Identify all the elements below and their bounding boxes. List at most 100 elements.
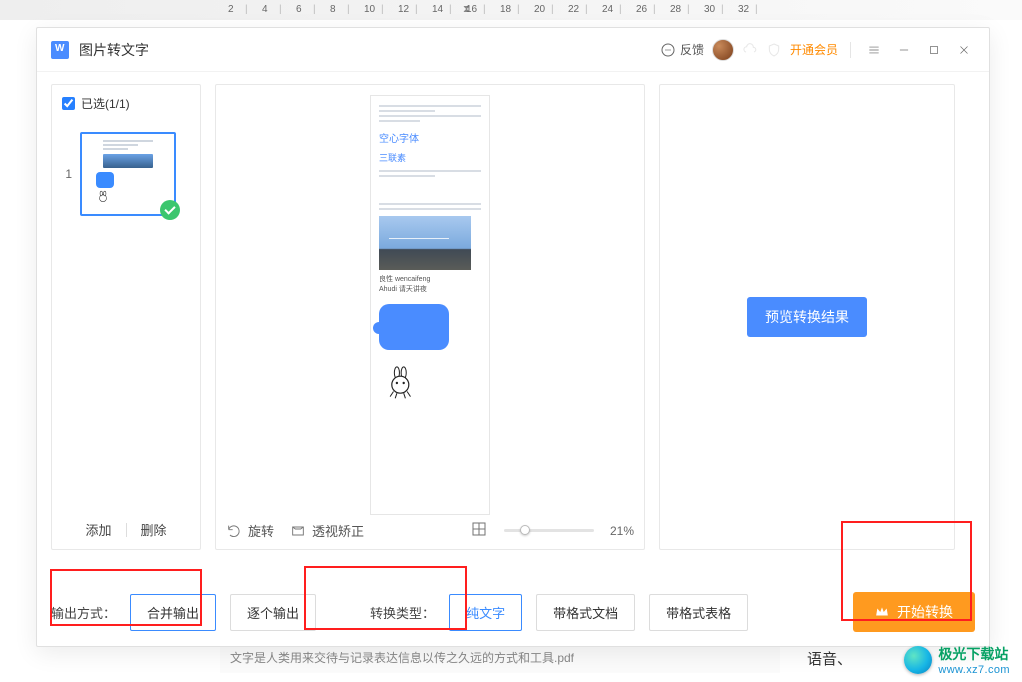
thumbnail-preview-image xyxy=(103,154,153,168)
ruler-tick: 18 xyxy=(500,4,511,15)
rotate-button[interactable]: 旋转 xyxy=(226,521,274,540)
feedback-button[interactable]: 反馈 xyxy=(660,41,704,58)
ruler-minor-tick: | xyxy=(483,4,486,15)
thumbnail-panel: 已选(1/1) 1 添加 删除 xyxy=(51,84,201,550)
grid-icon xyxy=(470,520,488,538)
preview-caption-1: 良性 wencaifeng xyxy=(379,274,481,284)
watermark-logo-icon xyxy=(904,646,932,674)
ruler-tick: 28 xyxy=(670,4,681,15)
dialog-title: 图片转文字 xyxy=(79,40,149,60)
ruler-minor-tick: | xyxy=(721,4,724,15)
ruler-minor-tick: | xyxy=(755,4,758,15)
thumb-index: 1 xyxy=(62,167,72,181)
ruler-tick: 2 xyxy=(228,4,234,15)
thumbnail-selected-check-icon xyxy=(160,200,180,220)
type-plain-option[interactable]: 纯文字 xyxy=(449,594,522,631)
ruler-tick: 12 xyxy=(398,4,409,15)
close-button[interactable] xyxy=(953,39,975,61)
ruler-minor-tick: | xyxy=(449,4,452,15)
ruler-minor-tick: | xyxy=(313,4,316,15)
perspective-label: 透视矫正 xyxy=(312,521,364,540)
background-doc-text: 语音、 xyxy=(807,648,852,669)
zoom-slider[interactable] xyxy=(504,529,594,532)
ruler-minor-tick: | xyxy=(415,4,418,15)
separator xyxy=(126,523,127,537)
ruler-minor-tick: | xyxy=(551,4,554,15)
ruler-tick: 16 xyxy=(466,4,477,15)
vip-link[interactable]: 开通会员 xyxy=(790,41,838,58)
feedback-label: 反馈 xyxy=(680,41,704,58)
app-icon xyxy=(51,41,69,59)
ruler-tick: 20 xyxy=(534,4,545,15)
ruler-tick: 32 xyxy=(738,4,749,15)
chat-icon xyxy=(660,42,676,58)
convert-type-label: 转换类型： xyxy=(370,603,435,622)
page-thumbnail[interactable] xyxy=(80,132,176,216)
ruler-minor-tick: | xyxy=(245,4,248,15)
ruler-ticks: ⧗ 2|4|6|8|10|12|14|16|18|20|22|24|26|28|… xyxy=(210,0,1002,20)
type-formatted-doc-option[interactable]: 带格式文档 xyxy=(536,594,635,631)
ruler-tick: 10 xyxy=(364,4,375,15)
preview-shape xyxy=(379,304,449,350)
ruler-minor-tick: | xyxy=(381,4,384,15)
ruler-minor-tick: | xyxy=(687,4,690,15)
menu-button[interactable] xyxy=(863,39,885,61)
preview-caption-2: Ahudi 请天讲夜 xyxy=(379,284,481,294)
output-perpage-option[interactable]: 逐个输出 xyxy=(230,594,316,631)
thumbnail-bunny-icon xyxy=(94,190,112,204)
preview-result-button[interactable]: 预览转换结果 xyxy=(747,297,867,337)
ruler-tick: 24 xyxy=(602,4,613,15)
select-all-checkbox[interactable] xyxy=(62,97,75,110)
page-preview[interactable]: 空心字体 三联素 良性 wencaifeng Ahudi 请天讲夜 xyxy=(370,95,490,515)
ruler-tick: 4 xyxy=(262,4,268,15)
background-doc-caption: 文字是人类用来交待与记录表达信息以传之久远的方式和工具.pdf xyxy=(220,643,780,673)
perspective-button[interactable]: 透视矫正 xyxy=(290,521,364,540)
rotate-icon xyxy=(226,523,242,539)
perspective-icon xyxy=(290,523,306,539)
maximize-button[interactable] xyxy=(923,39,945,61)
titlebar: 图片转文字 反馈 开通会员 xyxy=(37,28,989,72)
start-convert-label: 开始转换 xyxy=(897,602,953,622)
ruler-minor-tick: | xyxy=(585,4,588,15)
cloud-icon[interactable] xyxy=(742,42,758,58)
result-panel: 预览转换结果 xyxy=(659,84,955,550)
select-all-row[interactable]: 已选(1/1) xyxy=(62,95,190,112)
preview-panel: 空心字体 三联素 良性 wencaifeng Ahudi 请天讲夜 xyxy=(215,84,645,550)
shield-icon[interactable] xyxy=(766,42,782,58)
rotate-label: 旋转 xyxy=(248,521,274,540)
watermark-title: 极光下载站 xyxy=(938,644,1010,664)
ruler-tick: 22 xyxy=(568,4,579,15)
ruler-minor-tick: | xyxy=(347,4,350,15)
ruler-tick: 8 xyxy=(330,4,336,15)
start-convert-button[interactable]: 开始转换 xyxy=(853,592,975,632)
zoom-slider-thumb[interactable] xyxy=(520,525,530,535)
select-all-label: 已选(1/1) xyxy=(81,95,130,112)
minimize-button[interactable] xyxy=(893,39,915,61)
preview-toolbar: 旋转 透视矫正 21% xyxy=(216,520,644,541)
preview-image xyxy=(379,216,471,270)
fit-view-button[interactable] xyxy=(470,520,488,541)
crown-icon xyxy=(875,606,889,618)
output-merge-option[interactable]: 合并输出 xyxy=(130,594,216,631)
ruler-tick: 26 xyxy=(636,4,647,15)
ruler-minor-tick: | xyxy=(619,4,622,15)
delete-button[interactable]: 删除 xyxy=(141,520,167,539)
ruler-minor-tick: | xyxy=(517,4,520,15)
separator xyxy=(850,42,851,58)
ruler-tick: 30 xyxy=(704,4,715,15)
image-to-text-dialog: 图片转文字 反馈 开通会员 已选(1/1) 1 xyxy=(36,27,990,647)
ruler-minor-tick: | xyxy=(653,4,656,15)
preview-heading: 空心字体 xyxy=(379,130,481,145)
zoom-value: 21% xyxy=(610,524,634,538)
preview-bunny-icon xyxy=(385,366,419,400)
preview-sublabel: 三联素 xyxy=(379,153,406,163)
footer-bar: 输出方式： 合并输出 逐个输出 转换类型： 纯文字 带格式文档 带格式表格 开始… xyxy=(51,592,975,632)
ruler-minor-tick: | xyxy=(279,4,282,15)
site-watermark: 极光下载站 www.xz7.com xyxy=(904,644,1010,676)
ruler: ⧗ 2|4|6|8|10|12|14|16|18|20|22|24|26|28|… xyxy=(0,0,1022,20)
type-formatted-table-option[interactable]: 带格式表格 xyxy=(649,594,748,631)
user-avatar[interactable] xyxy=(712,39,734,61)
ruler-tick: 6 xyxy=(296,4,302,15)
output-mode-label: 输出方式： xyxy=(51,603,116,622)
add-button[interactable]: 添加 xyxy=(85,520,111,539)
